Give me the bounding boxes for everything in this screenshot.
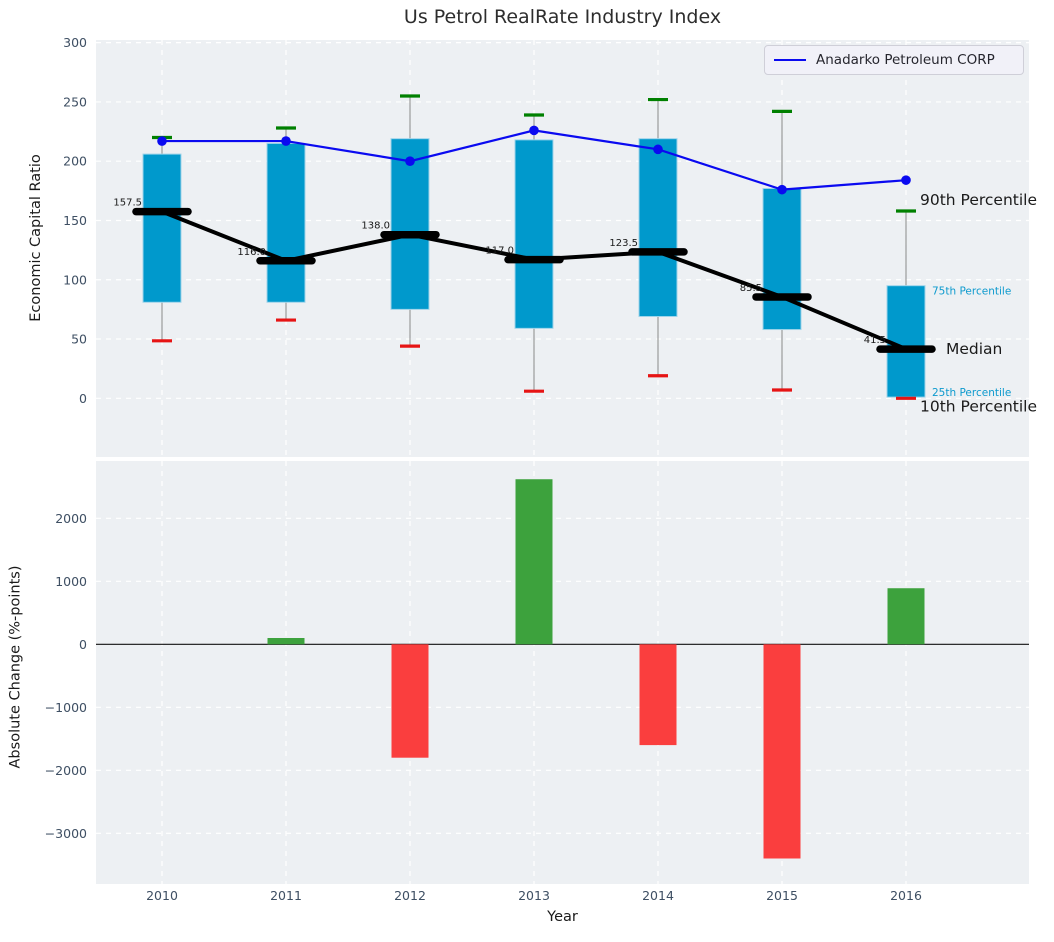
- median-label-2011: 116.0: [237, 247, 266, 258]
- annotation-p75: 75th Percentile: [932, 286, 1011, 298]
- marker-2015: [777, 185, 787, 195]
- y-tick-label: 0: [79, 391, 87, 406]
- y-tick-label: 0: [79, 637, 87, 652]
- annotation-p90: 90th Percentile: [920, 191, 1037, 209]
- median-label-2015: 85.5: [740, 283, 762, 294]
- median-label-2016: 41.5: [864, 335, 886, 346]
- y-tick-label: 100: [63, 272, 87, 287]
- y-tick-label: 150: [63, 213, 87, 228]
- box-2014: [639, 139, 677, 317]
- y-tick-label: 250: [63, 94, 87, 109]
- median-label-2010: 157.5: [113, 198, 142, 209]
- x-tick-label: 2011: [270, 888, 302, 903]
- marker-2012: [405, 156, 415, 166]
- chart-svg: 300 250 200 150 100 50 0 2000 1000 0 −1000 −2000 −30…: [0, 0, 1054, 942]
- y-tick-label: −2000: [45, 763, 87, 778]
- marker-2010: [157, 136, 167, 146]
- y-tick-label: 50: [71, 332, 87, 347]
- y-tick-label: 300: [63, 35, 87, 50]
- x-tick-label: 2010: [146, 888, 178, 903]
- legend-label: Anadarko Petroleum CORP: [816, 52, 995, 68]
- marker-2011: [281, 136, 291, 146]
- annotation-p10: 10th Percentile: [920, 397, 1037, 415]
- figure-canvas: Us Petrol RealRate Industry Index Econom…: [0, 0, 1054, 942]
- y-tick-label: 200: [63, 154, 87, 169]
- change-bar-2014: [640, 644, 677, 745]
- change-bar-2016: [888, 588, 925, 644]
- change-bar-2013: [516, 479, 553, 644]
- marker-2013: [529, 126, 539, 136]
- change-bar-2012: [392, 644, 429, 757]
- x-tick-label: 2013: [518, 888, 550, 903]
- box-2013: [515, 140, 553, 328]
- median-label-2014: 123.5: [609, 238, 638, 249]
- y-tick-label: 1000: [55, 574, 87, 589]
- box-2015: [763, 188, 801, 329]
- legend-line-sample: [774, 59, 806, 61]
- median-label-2012: 138.0: [361, 221, 390, 232]
- bottom-plot-area: [96, 461, 1029, 884]
- x-tick-label: 2015: [766, 888, 798, 903]
- change-bar-2015: [764, 644, 801, 858]
- marker-2014: [653, 145, 663, 155]
- y-tick-label: 2000: [55, 511, 87, 526]
- marker-2016: [901, 175, 911, 185]
- x-tick-label: 2014: [642, 888, 674, 903]
- box-2010: [143, 154, 181, 302]
- x-tick-label: 2012: [394, 888, 426, 903]
- box-2011: [267, 143, 305, 302]
- annotation-median: Median: [946, 340, 1002, 358]
- median-label-2013: 117.0: [485, 246, 514, 257]
- change-bar-2011: [268, 638, 305, 644]
- y-tick-label: −3000: [45, 826, 87, 841]
- y-tick-label: −1000: [45, 700, 87, 715]
- legend: Anadarko Petroleum CORP: [764, 45, 1024, 75]
- x-tick-label: 2016: [890, 888, 922, 903]
